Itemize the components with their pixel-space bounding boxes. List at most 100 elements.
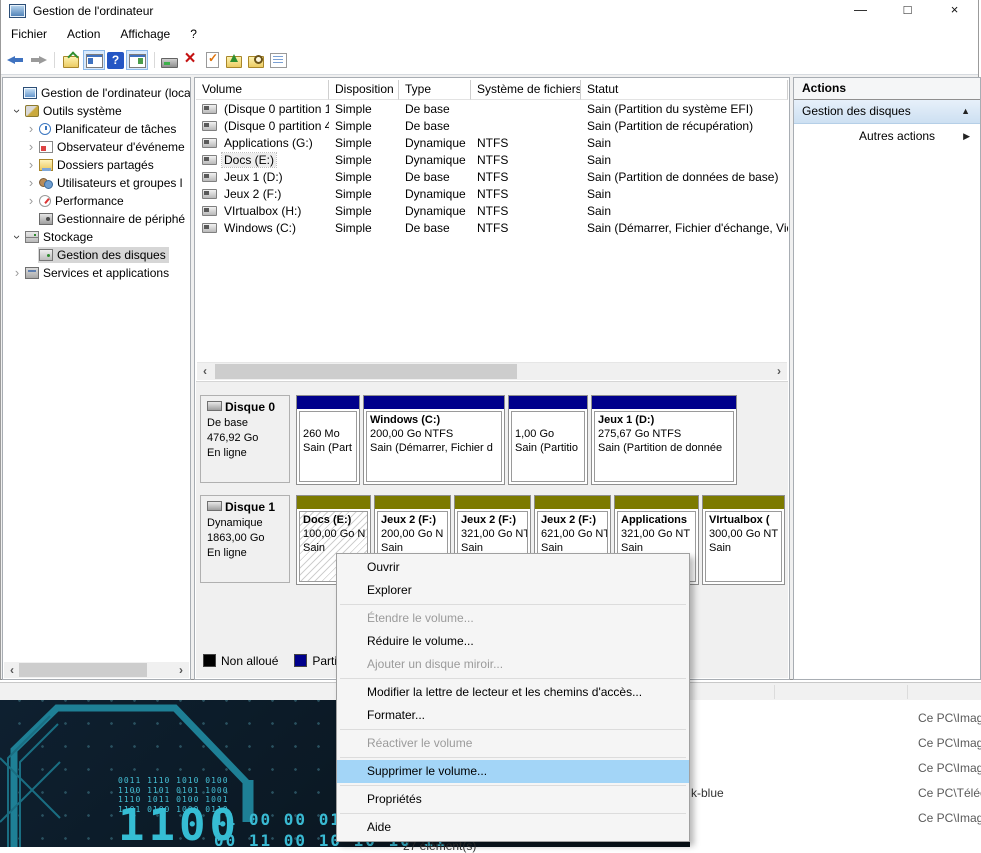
column-header[interactable]: Volume bbox=[196, 80, 329, 100]
explorer-file-row[interactable]: Ce PC\Imag bbox=[690, 706, 981, 731]
explorer-file-row[interactable]: k-blue Ce PC\Téléc bbox=[690, 781, 981, 806]
expander-icon[interactable] bbox=[24, 158, 38, 172]
collapse-icon[interactable]: ▲ bbox=[961, 100, 970, 123]
tree-item[interactable]: Performance bbox=[3, 192, 190, 210]
rescan-disks-icon[interactable] bbox=[161, 58, 178, 68]
menu-item[interactable]: Propriétés bbox=[337, 788, 689, 811]
title-bar[interactable]: Gestion de l'ordinateur — □ × bbox=[1, 0, 978, 22]
expander-icon[interactable] bbox=[10, 104, 24, 118]
scroll-left-icon[interactable]: ‹ bbox=[4, 662, 20, 678]
partition-box[interactable]: 260 Mo Sain (Part bbox=[296, 395, 360, 485]
explorer-file-row[interactable]: Ce PC\Imag bbox=[690, 806, 981, 831]
drive-paths-icon[interactable] bbox=[268, 50, 288, 70]
partition-box[interactable]: Jeux 1 (D:) 275,67 Go NTFS Sain (Partiti… bbox=[591, 395, 737, 485]
volume-row[interactable]: (Disque 0 partition 1) Simple De base Sa… bbox=[196, 101, 788, 118]
tree-item[interactable]: Outils système bbox=[3, 102, 190, 120]
back-icon[interactable] bbox=[6, 50, 26, 70]
file-path: Ce PC\Imag bbox=[918, 806, 981, 831]
volume-disposition: Simple bbox=[329, 135, 399, 152]
tree-item[interactable]: Gestion des disques bbox=[3, 246, 190, 264]
menu-item[interactable]: Réduire le volume... bbox=[337, 630, 689, 653]
action-pane-icon[interactable] bbox=[126, 50, 148, 70]
tree-item[interactable]: Observateur d'événeme bbox=[3, 138, 190, 156]
menu-item-label: Modifier la lettre de lecteur et les che… bbox=[367, 685, 642, 699]
storage-icon bbox=[25, 231, 39, 243]
export-list-icon[interactable] bbox=[61, 50, 81, 70]
menu-item[interactable]: Formater... bbox=[337, 704, 689, 727]
tree-item-label: Outils système bbox=[43, 104, 122, 118]
menu-item[interactable]: Ouvrir bbox=[337, 556, 689, 579]
volume-row[interactable]: Jeux 2 (F:) Simple Dynamique NTFS Sain bbox=[196, 186, 788, 203]
explore-icon[interactable] bbox=[246, 50, 266, 70]
volume-status: Sain (Partition de récupération) bbox=[581, 118, 788, 135]
scroll-right-icon[interactable]: › bbox=[173, 662, 189, 678]
column-header[interactable]: Statut bbox=[581, 80, 788, 100]
volume-list-horizontal-scrollbar[interactable]: ‹ › bbox=[197, 362, 787, 380]
expander-icon[interactable] bbox=[24, 140, 38, 154]
partition-name: Jeux 1 (D:) bbox=[598, 413, 730, 427]
partition-box[interactable]: 1,00 Go Sain (Partitio bbox=[508, 395, 588, 485]
tree-item[interactable]: Dossiers partagés bbox=[3, 156, 190, 174]
disk-status: En ligne bbox=[207, 446, 283, 461]
scroll-right-icon[interactable]: › bbox=[771, 363, 787, 380]
menu-item[interactable]: Supprimer le volume... bbox=[337, 760, 689, 783]
scrollbar-thumb[interactable] bbox=[215, 364, 517, 379]
forward-icon[interactable] bbox=[28, 50, 48, 70]
disk-label[interactable]: Disque 0 De base 476,92 Go En ligne bbox=[200, 395, 290, 483]
scrollbar-thumb[interactable] bbox=[19, 663, 147, 677]
console-tree-icon[interactable] bbox=[83, 50, 105, 70]
maximize-button[interactable]: □ bbox=[884, 0, 931, 22]
volume-row[interactable]: Docs (E:) Simple Dynamique NTFS Sain bbox=[196, 152, 788, 169]
disk-kind: De base bbox=[207, 416, 283, 431]
partition-status: Sain (Partition de donnée bbox=[598, 441, 730, 455]
volume-type: Dynamique bbox=[399, 203, 471, 220]
column-header[interactable]: Disposition bbox=[329, 80, 399, 100]
tree-item-label: Performance bbox=[55, 194, 124, 208]
scroll-left-icon[interactable]: ‹ bbox=[197, 363, 213, 380]
partition-color-bar bbox=[615, 496, 698, 509]
tree-item-label: Dossiers partagés bbox=[57, 158, 154, 172]
tree-item[interactable]: Gestion de l'ordinateur (local) bbox=[3, 84, 190, 102]
expander-icon[interactable] bbox=[10, 230, 24, 244]
volume-row[interactable]: Jeux 1 (D:) Simple De base NTFS Sain (Pa… bbox=[196, 169, 788, 186]
tree-item[interactable]: Gestionnaire de périphé bbox=[3, 210, 190, 228]
expander-icon[interactable] bbox=[24, 122, 38, 136]
actions-group-disk-management[interactable]: Gestion des disques ▲ bbox=[794, 100, 980, 124]
tree-item[interactable]: Stockage bbox=[3, 228, 190, 246]
column-header[interactable]: Type bbox=[399, 80, 471, 100]
volume-row[interactable]: VIrtualbox (H:) Simple Dynamique NTFS Sa… bbox=[196, 203, 788, 220]
disk-label[interactable]: Disque 1 Dynamique 1863,00 Go En ligne bbox=[200, 495, 290, 583]
menu-bar-item[interactable]: Action bbox=[57, 27, 110, 41]
tree-item[interactable]: Planificateur de tâches bbox=[3, 120, 190, 138]
explorer-file-row[interactable]: Ce PC\Imag bbox=[690, 756, 981, 781]
delete-icon[interactable] bbox=[180, 50, 200, 70]
expander-icon[interactable] bbox=[24, 176, 38, 190]
help-icon[interactable] bbox=[107, 52, 124, 69]
menu-bar-item[interactable]: Fichier bbox=[1, 27, 57, 41]
volume-row[interactable]: Applications (G:) Simple Dynamique NTFS … bbox=[196, 135, 788, 152]
tree-item[interactable]: Services et applications bbox=[3, 264, 190, 282]
menu-bar-item[interactable]: ? bbox=[180, 27, 207, 41]
menu-item[interactable]: Aide bbox=[337, 816, 689, 839]
menu-bar-item[interactable]: Affichage bbox=[110, 27, 180, 41]
tree-item[interactable]: Utilisateurs et groupes l bbox=[3, 174, 190, 192]
partition-box[interactable]: Windows (C:) 200,00 Go NTFS Sain (Démarr… bbox=[363, 395, 505, 485]
volume-row[interactable]: (Disque 0 partition 4) Simple De base Sa… bbox=[196, 118, 788, 135]
menu-item[interactable]: Explorer bbox=[337, 579, 689, 602]
column-header[interactable]: Système de fichiers bbox=[471, 80, 581, 100]
minimize-button[interactable]: — bbox=[837, 0, 884, 22]
properties-check-icon[interactable] bbox=[202, 50, 222, 70]
partition-size: 200,00 Go NTFS bbox=[370, 427, 498, 441]
volume-disposition: Simple bbox=[329, 152, 399, 169]
volume-row[interactable]: Windows (C:) Simple De base NTFS Sain (D… bbox=[196, 220, 788, 237]
expander-icon[interactable] bbox=[10, 266, 24, 280]
expander-icon[interactable] bbox=[24, 194, 38, 208]
actions-more-actions[interactable]: Autres actions ▶ bbox=[794, 124, 980, 148]
open-icon[interactable] bbox=[224, 50, 244, 70]
explorer-file-row[interactable]: Ce PC\Imag bbox=[690, 731, 981, 756]
partition-name: Jeux 2 (F:) bbox=[541, 513, 604, 527]
menu-item[interactable]: Modifier la lettre de lecteur et les che… bbox=[337, 681, 689, 704]
tree-horizontal-scrollbar[interactable]: ‹ › bbox=[4, 662, 189, 678]
partition-box[interactable]: VIrtualbox ( 300,00 Go NT Sain bbox=[702, 495, 785, 585]
close-button[interactable]: × bbox=[931, 0, 978, 22]
